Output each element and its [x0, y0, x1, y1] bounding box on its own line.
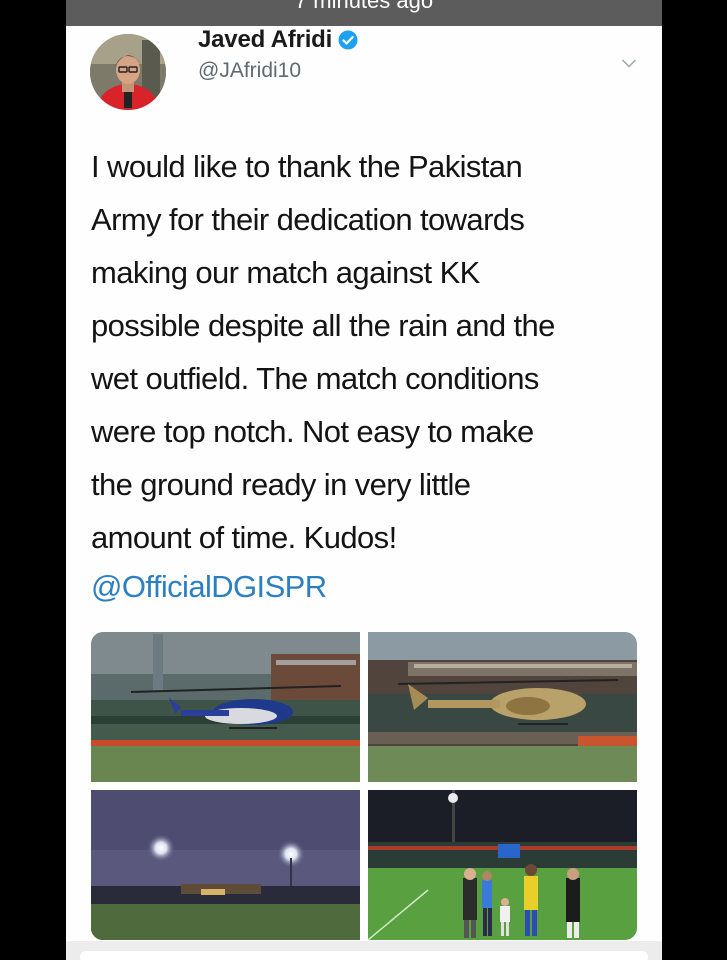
status-strip: 7 minutes ago: [66, 0, 662, 26]
floodlights-night-photo-icon: [91, 790, 360, 940]
tweet-text-line: Army for their dedication towards: [91, 202, 525, 237]
tweet-text-line: wet outfield. The match conditions: [91, 361, 539, 396]
tweet-text-line: amount of time. Kudos!: [91, 520, 397, 555]
verified-badge-icon: [338, 30, 358, 50]
media-photo-1[interactable]: [91, 632, 360, 782]
toss-ceremony-photo-icon: [368, 790, 637, 940]
blue-helicopter-photo-icon: [91, 632, 360, 782]
tweet-text-line: I would like to thank the Pakistan: [91, 149, 523, 184]
status-strip-text: 7 minutes ago: [294, 0, 434, 13]
next-tweet-edge: [66, 941, 662, 960]
media-photo-3[interactable]: [91, 790, 360, 940]
tweet: Javed Afridi @JAfridi10 I would like to …: [66, 26, 662, 941]
tweet-text-line: the ground ready in very little: [91, 467, 471, 502]
avatar[interactable]: [90, 34, 166, 110]
tweet-text-line: possible despite all the rain and the: [91, 308, 555, 343]
author-name-row: Javed Afridi: [198, 26, 358, 54]
mention-link[interactable]: @OfficialDGISPR: [91, 560, 327, 613]
chevron-down-icon[interactable]: [621, 58, 637, 70]
next-tweet-pill: [80, 951, 648, 960]
tweet-text-line: were top notch. Not easy to make: [91, 414, 534, 449]
media-photo-2[interactable]: [368, 632, 637, 782]
author-name[interactable]: Javed Afridi: [198, 26, 332, 54]
media-photo-4[interactable]: [368, 790, 637, 940]
media-grid: [91, 632, 637, 940]
army-helicopter-photo-icon: [368, 632, 637, 782]
tweet-text: I would like to thank the Pakistan Army …: [91, 140, 651, 564]
author-handle[interactable]: @JAfridi10: [198, 59, 301, 83]
tweet-screenshot-card: 7 minutes ago Javed Afridi @JAfridi10 I …: [66, 0, 662, 960]
tweet-text-line: making our match against KK: [91, 255, 480, 290]
